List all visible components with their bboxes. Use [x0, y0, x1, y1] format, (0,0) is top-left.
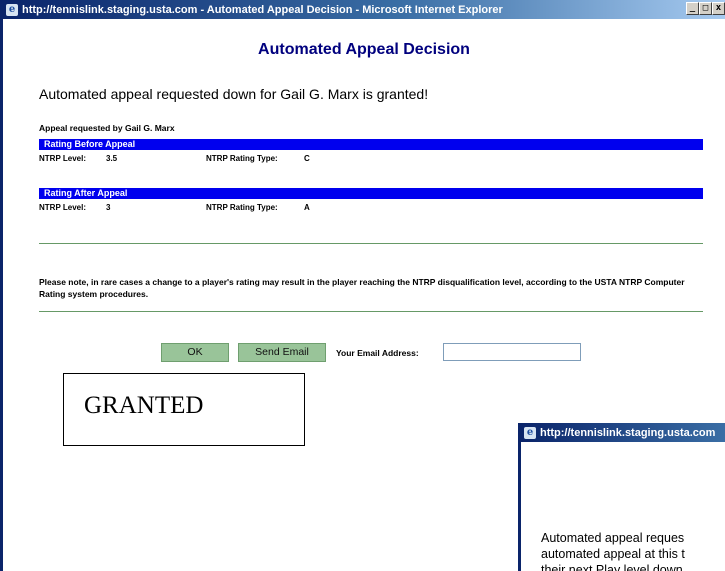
internet-explorer-icon: e — [524, 426, 536, 439]
divider — [39, 311, 703, 312]
popup-message-line: Automated appeal reques — [541, 531, 685, 545]
popup-browser-window: e http://tennislink.staging.usta.com Aut… — [518, 423, 725, 571]
page-title: Automated Appeal Decision — [258, 41, 470, 58]
popup-window-title: http://tennislink.staging.usta.com — [540, 426, 716, 439]
disqualification-note: Please note, in rare cases a change to a… — [39, 277, 685, 299]
after-ntrp-level-label: NTRP Level: — [39, 203, 86, 212]
granted-annotation-box: GRANTED — [63, 373, 305, 446]
minimize-button[interactable]: _ — [686, 2, 699, 15]
rating-before-header: Rating Before Appeal — [39, 139, 703, 150]
window-title: http://tennislink.staging.usta.com - Aut… — [22, 3, 503, 16]
send-email-button[interactable]: Send Email — [238, 343, 326, 362]
popup-message: Automated appeal reques automated appeal… — [541, 530, 725, 571]
internet-explorer-icon: e — [6, 3, 18, 16]
popup-message-line: their next Play level down — [541, 563, 683, 571]
granted-label: GRANTED — [84, 392, 204, 419]
after-rating-type-value: A — [304, 203, 310, 212]
granted-message: Automated appeal requested down for Gail… — [39, 86, 429, 102]
after-rating-type-label: NTRP Rating Type: — [206, 203, 278, 212]
title-bar[interactable]: e http://tennislink.staging.usta.com - A… — [3, 0, 725, 19]
window-controls: _ □ x — [686, 2, 725, 15]
after-ntrp-level-value: 3 — [106, 203, 111, 212]
popup-title-bar[interactable]: e http://tennislink.staging.usta.com — [521, 423, 725, 442]
appeal-requested-by: Appeal requested by Gail G. Marx — [39, 123, 175, 133]
maximize-button[interactable]: □ — [699, 2, 712, 15]
before-ntrp-level-label: NTRP Level: — [39, 154, 86, 163]
divider — [39, 243, 703, 244]
before-ntrp-level-value: 3.5 — [106, 154, 118, 163]
before-rating-type-label: NTRP Rating Type: — [206, 154, 278, 163]
close-button[interactable]: x — [712, 2, 725, 15]
popup-message-line: automated appeal at this t — [541, 547, 685, 561]
before-rating-type-value: C — [304, 154, 310, 163]
rating-after-header: Rating After Appeal — [39, 188, 703, 199]
ok-button[interactable]: OK — [161, 343, 229, 362]
email-label: Your Email Address: — [336, 348, 419, 358]
email-input[interactable] — [443, 343, 581, 361]
